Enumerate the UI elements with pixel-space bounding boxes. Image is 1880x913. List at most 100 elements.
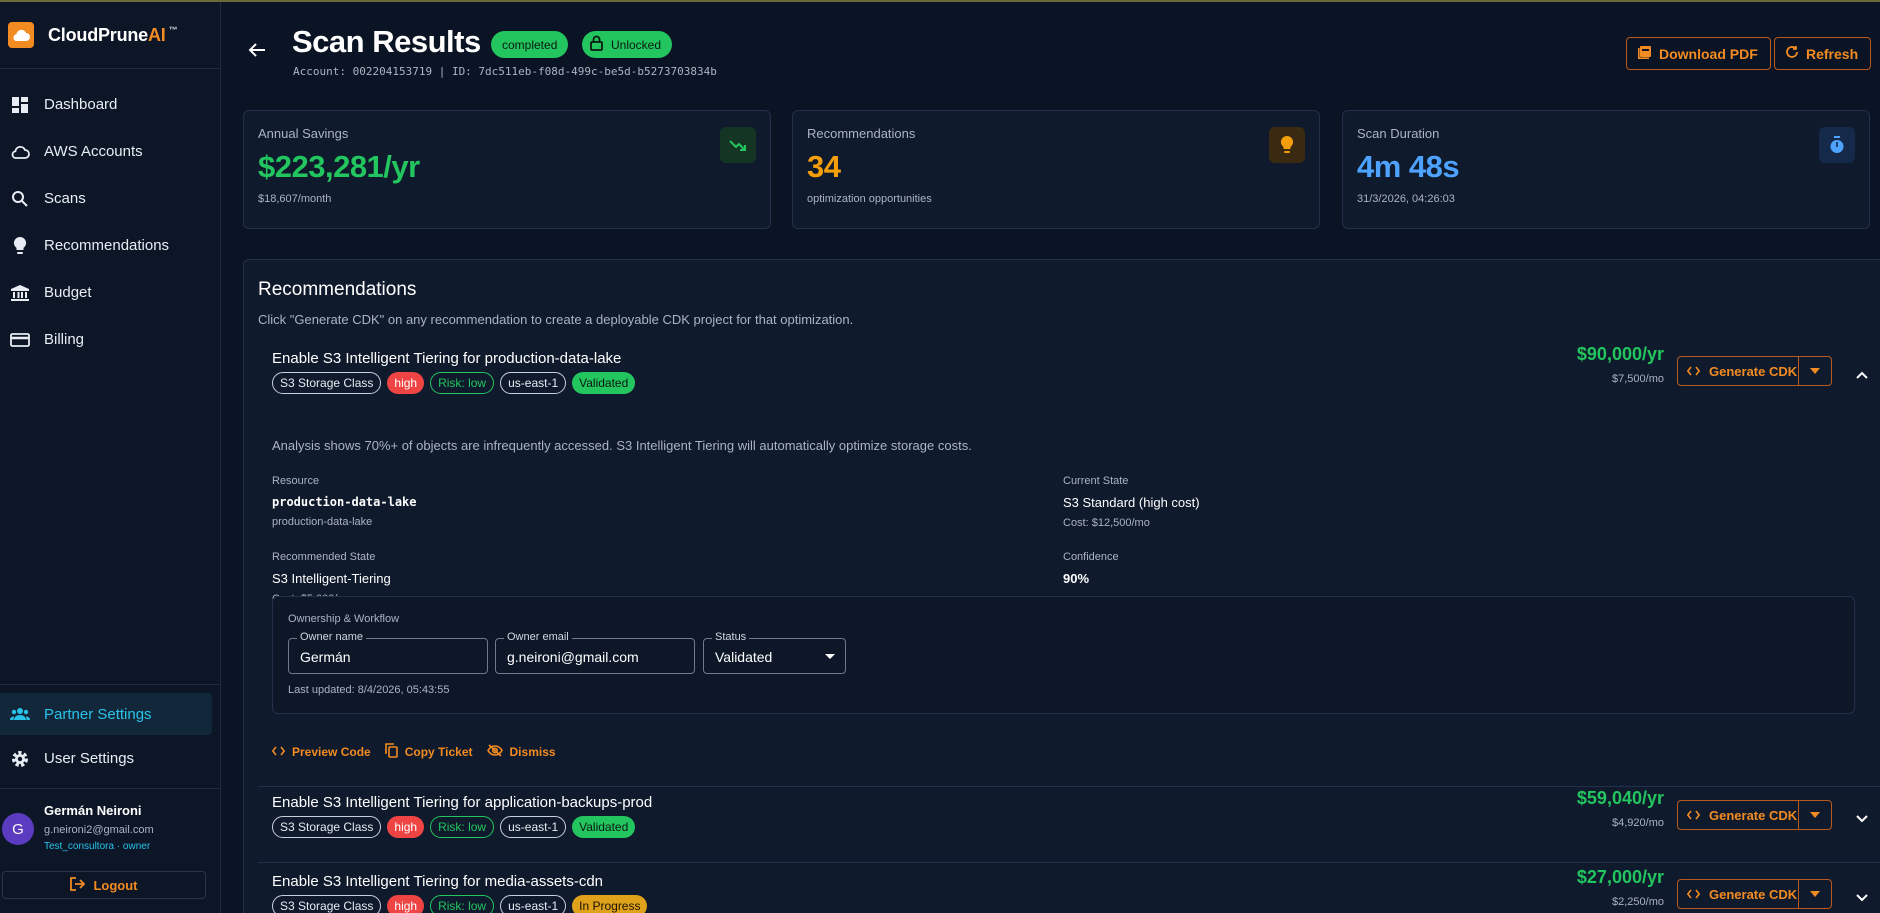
sidebar-bottom: Partner Settings User Settings G Germán … xyxy=(0,684,220,913)
sidebar-item-dashboard[interactable]: Dashboard xyxy=(0,81,220,128)
account-info: Account: 002204153719 | ID: 7dc511eb-f08… xyxy=(293,65,717,78)
avatar: G xyxy=(2,813,34,845)
generate-cdk-main[interactable]: Generate CDK xyxy=(1678,357,1799,385)
resource-field: Resource production-data-lake production… xyxy=(272,475,417,528)
brand[interactable]: CloudPruneAI ™ xyxy=(0,2,220,68)
generate-cdk-main[interactable]: Generate CDK xyxy=(1678,801,1799,829)
card-label: Annual Savings xyxy=(258,126,349,141)
recommendation-title: Enable S3 Intelligent Tiering for applic… xyxy=(272,794,653,811)
recommendation-title: Enable S3 Intelligent Tiering for media-… xyxy=(272,873,604,890)
sidebar-item-recommendations[interactable]: Recommendations xyxy=(0,222,220,269)
recommendations-panel: Recommendations Click "Generate CDK" on … xyxy=(243,259,1880,913)
annual-savings-value: $223,281/yr xyxy=(258,149,420,184)
sidebar-item-scans[interactable]: Scans xyxy=(0,175,220,222)
region-tag: us-east-1 xyxy=(500,895,567,913)
status-select-value[interactable]: Validated xyxy=(715,649,772,665)
chevron-down-icon[interactable] xyxy=(1856,810,1868,828)
lightbulb-icon xyxy=(1269,127,1305,163)
dashboard-icon xyxy=(10,95,30,115)
sidebar-item-label: Scans xyxy=(44,190,86,207)
generate-cdk-button[interactable]: Generate CDK xyxy=(1677,800,1832,830)
generate-cdk-main[interactable]: Generate CDK xyxy=(1678,880,1799,908)
main-content: Scan Results completed Unlocked Account:… xyxy=(222,2,1880,913)
recommendation-savings: $90,000/yr $7,500/mo xyxy=(1577,344,1664,385)
search-icon xyxy=(10,189,30,209)
risk-tag: Risk: low xyxy=(430,816,495,838)
back-arrow-icon[interactable] xyxy=(248,42,266,63)
cloud-logo-icon xyxy=(8,22,34,48)
generate-cdk-button[interactable]: Generate CDK xyxy=(1677,356,1832,386)
risk-tag: Risk: low xyxy=(430,895,495,913)
sidebar-item-label: Partner Settings xyxy=(44,705,152,723)
owner-email-field[interactable]: Owner email g.neironi@gmail.com xyxy=(495,631,695,674)
code-icon xyxy=(1686,808,1709,823)
priority-tag: high xyxy=(387,816,425,838)
sidebar-nav: Dashboard AWS Accounts Scans Recommendat… xyxy=(0,69,220,363)
preview-code-button[interactable]: Preview Code xyxy=(271,743,371,761)
owner-name-input[interactable]: Germán xyxy=(300,649,351,665)
sidebar-item-user-settings[interactable]: User Settings xyxy=(0,735,220,782)
logout-button[interactable]: Logout xyxy=(2,871,206,899)
recommendation-item: Enable S3 Intelligent Tiering for produc… xyxy=(258,344,1880,790)
eye-off-icon xyxy=(486,744,510,760)
current-state-cost: Cost: $12,500/mo xyxy=(1063,517,1150,529)
owner-email-input[interactable]: g.neironi@gmail.com xyxy=(507,649,639,665)
monthly-savings: $2,250/mo xyxy=(1612,896,1664,908)
ownership-workflow: Ownership & Workflow Owner name Germán O… xyxy=(272,596,1855,714)
stopwatch-icon xyxy=(1819,127,1855,163)
chevron-down-icon[interactable] xyxy=(1856,889,1868,907)
generate-cdk-dropdown[interactable] xyxy=(1799,880,1831,908)
generate-cdk-button[interactable]: Generate CDK xyxy=(1677,879,1832,909)
resource-sub: production-data-lake xyxy=(272,516,373,528)
refresh-button[interactable]: Refresh xyxy=(1774,37,1872,70)
status-tag: Validated xyxy=(572,816,636,838)
workflow-title: Ownership & Workflow xyxy=(288,613,400,625)
recommendation-tags: S3 Storage Class high Risk: low us-east-… xyxy=(272,372,636,394)
recommendations-card: Recommendations 34 optimization opportun… xyxy=(792,110,1320,229)
sidebar-item-aws-accounts[interactable]: AWS Accounts xyxy=(0,128,220,175)
sidebar-item-billing[interactable]: Billing xyxy=(0,316,220,363)
sidebar-item-label: Billing xyxy=(44,331,85,348)
risk-tag: Risk: low xyxy=(430,372,495,394)
recommendation-item[interactable]: Enable S3 Intelligent Tiering for media-… xyxy=(258,867,1880,913)
lock-open-icon xyxy=(590,35,611,54)
refresh-icon xyxy=(1785,45,1806,62)
monthly-savings: $18,607/month xyxy=(258,193,332,205)
priority-tag: high xyxy=(387,372,425,394)
caret-down-icon xyxy=(1810,368,1820,374)
region-tag: us-east-1 xyxy=(500,372,567,394)
monthly-savings: $7,500/mo xyxy=(1612,373,1664,385)
sidebar-item-budget[interactable]: Budget xyxy=(0,269,220,316)
recommendation-analysis: Analysis shows 70%+ of objects are infre… xyxy=(272,438,972,453)
sidebar-item-label: AWS Accounts xyxy=(44,143,143,160)
dismiss-button[interactable]: Dismiss xyxy=(486,743,556,761)
sidebar-item-label: User Settings xyxy=(44,750,135,767)
annual-savings-card: Annual Savings $223,281/yr $18,607/month xyxy=(243,110,771,229)
divider xyxy=(258,786,1880,787)
generate-cdk-dropdown[interactable] xyxy=(1799,357,1831,385)
status-tag: Validated xyxy=(572,372,636,394)
sidebar-item-partner-settings[interactable]: Partner Settings xyxy=(0,693,212,735)
download-pdf-button[interactable]: Download PDF xyxy=(1626,37,1771,70)
status-badge: completed xyxy=(491,31,569,58)
caret-down-icon xyxy=(1810,891,1820,897)
credit-card-icon xyxy=(10,330,30,350)
generate-cdk-dropdown[interactable] xyxy=(1799,801,1831,829)
status-select[interactable]: Status Validated xyxy=(703,631,846,674)
recommendation-tags: S3 Storage Class high Risk: low us-east-… xyxy=(272,816,636,838)
chevron-up-icon[interactable] xyxy=(1856,366,1868,384)
owner-name-field[interactable]: Owner name Germán xyxy=(288,631,488,674)
panel-description: Click "Generate CDK" on any recommendati… xyxy=(258,312,854,327)
recommendation-tags: S3 Storage Class high Risk: low us-east-… xyxy=(272,895,648,913)
priority-tag: high xyxy=(387,895,425,913)
copy-ticket-button[interactable]: Copy Ticket xyxy=(384,743,473,761)
current-state-value: S3 Standard (high cost) xyxy=(1063,495,1200,510)
yearly-savings: $59,040/yr xyxy=(1576,788,1664,808)
user-email: g.neironi2@gmail.com xyxy=(44,824,154,836)
recommended-state-value: S3 Intelligent-Tiering xyxy=(272,571,391,586)
recommendation-item[interactable]: Enable S3 Intelligent Tiering for applic… xyxy=(258,788,1880,874)
scan-duration-card: Scan Duration 4m 48s 31/3/2026, 04:26:03 xyxy=(1342,110,1870,229)
monthly-savings: $4,920/mo xyxy=(1612,817,1664,829)
user-profile: G Germán Neironi g.neironi2@gmail.com Te… xyxy=(0,789,220,867)
unlocked-badge: Unlocked xyxy=(582,31,673,58)
